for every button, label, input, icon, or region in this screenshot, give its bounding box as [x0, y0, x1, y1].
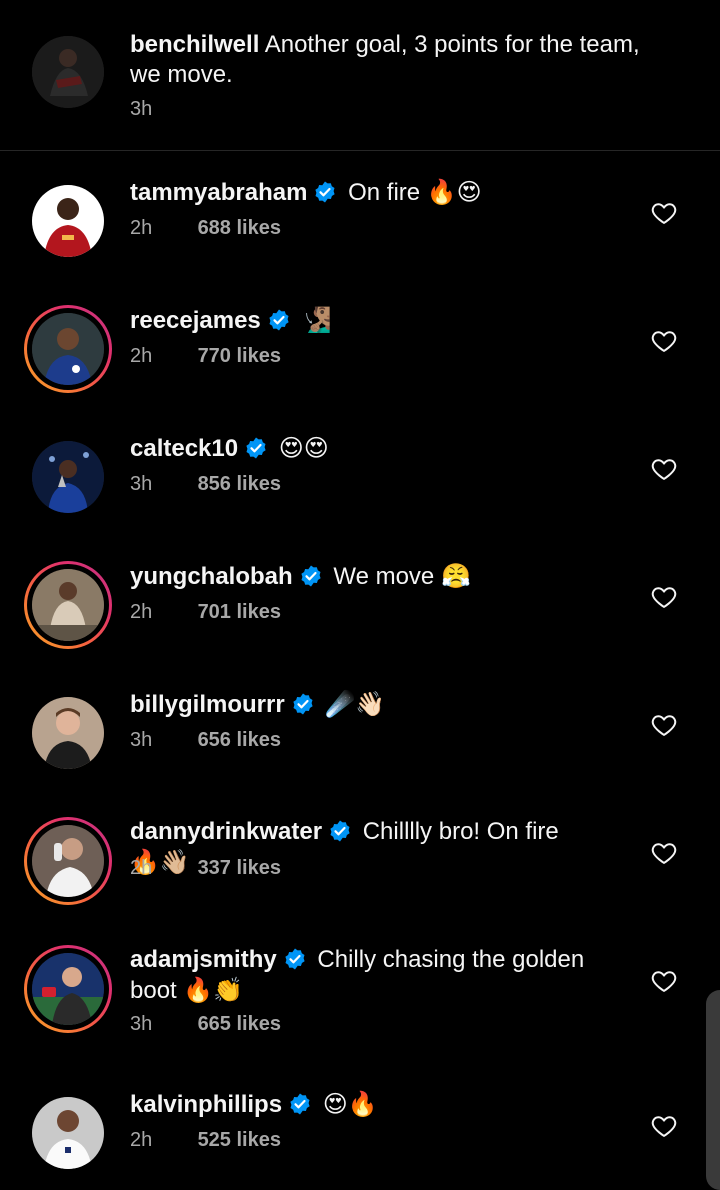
- heart-outline-icon[interactable]: [650, 1112, 678, 1140]
- comment-meta: 3h 856 likes: [130, 473, 281, 496]
- comment-likes-count[interactable]: 770 likes: [198, 345, 281, 367]
- verified-badge-icon: [291, 692, 315, 716]
- heart-outline-icon[interactable]: [650, 583, 678, 611]
- comment-meta: 2h 688 likes: [130, 217, 281, 240]
- comment-username[interactable]: yungchalobah: [130, 563, 293, 590]
- avatar-tammyabraham[interactable]: [32, 185, 104, 257]
- comment-text: tammyabraham On fire 🔥😍: [130, 177, 600, 208]
- story-ring[interactable]: [24, 817, 112, 905]
- comment-username[interactable]: adamjsmithy: [130, 946, 277, 973]
- comment-timestamp: 2h: [130, 1129, 153, 1151]
- comment-likes-count[interactable]: 701 likes: [198, 601, 281, 623]
- comment-meta: 2h 701 likes: [130, 601, 281, 624]
- comment-text: adamjsmithy Chilly chasing the golden bo…: [130, 945, 600, 1006]
- comment-meta: 2h 337 likes: [130, 857, 281, 880]
- heart-outline-icon[interactable]: [650, 327, 678, 355]
- comment-timestamp: 3h: [130, 729, 153, 751]
- avatar-benchilwell[interactable]: [32, 36, 104, 108]
- verified-badge-icon: [283, 947, 307, 971]
- comment-row: tammyabraham On fire 🔥😍 2h 688 likes: [0, 165, 720, 293]
- heart-outline-icon[interactable]: [650, 455, 678, 483]
- comment-row: adamjsmithy Chilly chasing the golden bo…: [0, 933, 720, 1089]
- comment-text: kalvinphillips 😍🔥: [130, 1089, 600, 1120]
- comment-likes-count[interactable]: 688 likes: [198, 217, 281, 239]
- comment-row: calteck10 😍😍 3h 856 likes: [0, 421, 720, 549]
- comment-body: Chilllly bro! On fire: [362, 818, 559, 845]
- avatar-yungchalobah[interactable]: [32, 569, 104, 641]
- comment-row: kalvinphillips 😍🔥 2h 525 likes: [0, 1077, 720, 1175]
- comment-username[interactable]: dannydrinkwater: [130, 818, 322, 845]
- comment-username[interactable]: tammyabraham: [130, 179, 307, 206]
- comment-row: yungchalobah We move 😤 2h 701 likes: [0, 549, 720, 677]
- verified-badge-icon: [328, 819, 352, 843]
- comment-row: dannydrinkwater Chilllly bro! On fire 🔥👋…: [0, 805, 720, 933]
- comment-timestamp: 2h: [130, 857, 153, 879]
- scrollbar-handle[interactable]: [706, 990, 720, 1190]
- verified-badge-icon: [313, 180, 337, 204]
- comment-likes-count[interactable]: 665 likes: [198, 1013, 281, 1035]
- comment-row: reecejames 🧏🏽‍♂️ 2h 770 likes: [0, 293, 720, 421]
- verified-badge-icon: [299, 564, 323, 588]
- comment-emoji: 🔥😍: [426, 178, 482, 206]
- avatar-adamjsmithy[interactable]: [32, 953, 104, 1025]
- comment-timestamp: 2h: [130, 601, 153, 623]
- avatar-dannydrinkwater[interactable]: [32, 825, 104, 897]
- verified-badge-icon: [288, 1092, 312, 1116]
- heart-outline-icon[interactable]: [650, 839, 678, 867]
- story-ring[interactable]: [24, 561, 112, 649]
- comment-body: We move: [333, 563, 435, 590]
- comment-likes-count[interactable]: 856 likes: [198, 473, 281, 495]
- comment-username[interactable]: billygilmourrr: [130, 691, 285, 718]
- avatar-kalvinphillips[interactable]: [32, 1097, 104, 1169]
- comment-emoji: 🧏🏽‍♂️: [301, 306, 332, 334]
- comment-username[interactable]: kalvinphillips: [130, 1091, 282, 1118]
- comment-body: On fire: [348, 179, 421, 206]
- comment-text: yungchalobah We move 😤: [130, 561, 600, 592]
- comment-timestamp: 2h: [130, 217, 153, 239]
- comment-text: calteck10 😍😍: [130, 433, 600, 464]
- verified-badge-icon: [267, 308, 291, 332]
- caption-timestamp: 3h: [130, 98, 153, 120]
- comment-meta: 2h 525 likes: [130, 1129, 281, 1152]
- comment-username[interactable]: calteck10: [130, 435, 238, 462]
- verified-badge-icon: [244, 436, 268, 460]
- comment-emoji: 😍🔥: [322, 1090, 378, 1118]
- heart-outline-icon[interactable]: [650, 711, 678, 739]
- comment-meta: 2h 770 likes: [130, 345, 281, 368]
- comment-likes-count[interactable]: 656 likes: [198, 729, 281, 751]
- comment-emoji: 🔥👏: [183, 976, 244, 1004]
- comment-text: billygilmourrr ☄️👋🏻: [130, 689, 600, 720]
- comment-username[interactable]: reecejames: [130, 307, 261, 334]
- comment-meta: 3h 656 likes: [130, 729, 281, 752]
- comment-likes-count[interactable]: 337 likes: [198, 857, 281, 879]
- comment-timestamp: 3h: [130, 473, 153, 495]
- comment-text: reecejames 🧏🏽‍♂️: [130, 305, 600, 336]
- comment-emoji: ☄️👋🏻: [325, 690, 386, 718]
- post-caption: benchilwell Another goal, 3 points for t…: [0, 0, 720, 151]
- comment-timestamp: 2h: [130, 345, 153, 367]
- comment-timestamp: 3h: [130, 1013, 153, 1035]
- comment-likes-count[interactable]: 525 likes: [198, 1129, 281, 1151]
- comment-emoji: 😍😍: [278, 434, 329, 462]
- avatar-billygilmourrr[interactable]: [32, 697, 104, 769]
- heart-outline-icon[interactable]: [650, 199, 678, 227]
- comment-row: billygilmourrr ☄️👋🏻 3h 656 likes: [0, 677, 720, 805]
- caption-username[interactable]: benchilwell: [130, 31, 259, 58]
- story-ring[interactable]: [24, 305, 112, 393]
- heart-outline-icon[interactable]: [650, 967, 678, 995]
- comment-emoji: 😤: [440, 562, 471, 590]
- avatar-calteck10[interactable]: [32, 441, 104, 513]
- avatar-reecejames[interactable]: [32, 313, 104, 385]
- story-ring[interactable]: [24, 945, 112, 1033]
- comment-meta: 3h 665 likes: [130, 1013, 281, 1036]
- caption-text: benchilwell Another goal, 3 points for t…: [130, 30, 670, 90]
